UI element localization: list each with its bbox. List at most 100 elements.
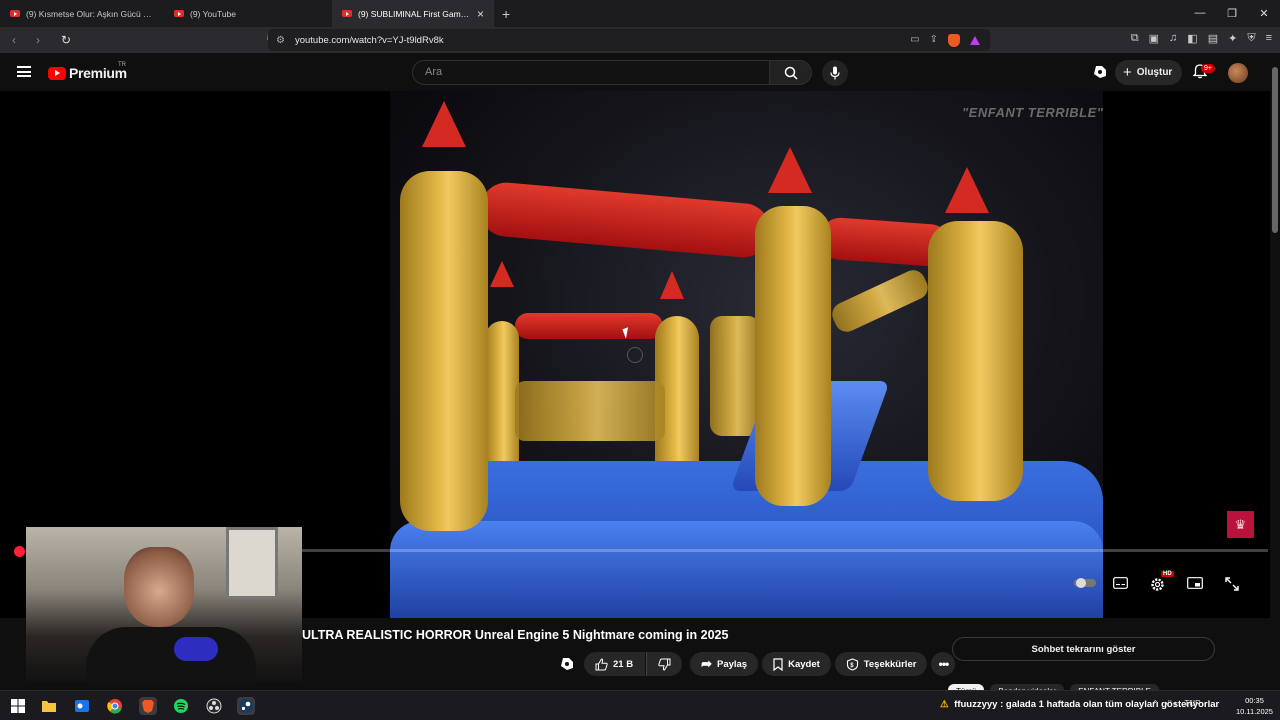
browser-tab[interactable]: (9) Kısmetse Olur: Aşkın Gücü 3. Sezo xyxy=(0,0,164,27)
leo-ai-icon[interactable]: ✦ xyxy=(1228,32,1237,45)
page-scrollbar[interactable] xyxy=(1270,53,1280,690)
tab-title: (9) YouTube xyxy=(190,8,236,19)
minimize-icon[interactable]: — xyxy=(1184,7,1216,20)
share-arrow-icon: ➦ xyxy=(701,656,712,671)
autoplay-toggle-icon xyxy=(1074,578,1096,588)
back-icon[interactable]: ‹ xyxy=(4,33,24,47)
plus-icon: + xyxy=(1123,64,1132,81)
tab-title: (9) Kısmetse Olur: Aşkın Gücü 3. Sezo xyxy=(26,8,154,19)
microphone-icon xyxy=(830,66,840,80)
youtube-play-icon xyxy=(48,66,66,80)
search-input[interactable]: Ara xyxy=(412,60,770,85)
window-controls: — ❐ ✕ xyxy=(1184,7,1280,20)
windows-start-icon[interactable] xyxy=(9,697,27,715)
spotify-icon[interactable] xyxy=(172,697,190,715)
new-tab-button[interactable]: + xyxy=(494,6,518,22)
browser-tab[interactable]: (9) YouTube xyxy=(164,0,328,27)
video-progress-bar[interactable] xyxy=(302,549,1268,552)
streamer-webcam-overlay xyxy=(26,527,302,683)
clip-puzzle-icon[interactable] xyxy=(560,657,574,671)
restore-icon[interactable]: ❐ xyxy=(1216,7,1248,20)
search-button[interactable] xyxy=(770,60,812,85)
svg-text:$: $ xyxy=(850,663,854,669)
like-count: 21 B xyxy=(613,658,634,670)
tab-title: (9) SUBLIMINAL First Gameplay | xyxy=(358,8,471,19)
channel-watermark: "ENFANT TERRIBLE" xyxy=(962,105,1104,120)
chrome-icon[interactable] xyxy=(106,697,124,715)
browser-tab-strip: (9) Kısmetse Olur: Aşkın Gücü 3. Sezo (9… xyxy=(0,0,1280,27)
brave-shields-icon[interactable] xyxy=(948,33,960,47)
taskbar-clock[interactable]: 00:35 10.11.2025 xyxy=(1236,695,1273,717)
obs-icon[interactable] xyxy=(205,697,223,715)
site-settings-icon[interactable]: ⚙︎ xyxy=(276,35,285,46)
browser-tab-active[interactable]: (9) SUBLIMINAL First Gameplay | × xyxy=(332,0,494,27)
tray-chevron-icon[interactable]: ⌃ xyxy=(1152,699,1159,709)
account-avatar[interactable] xyxy=(1228,63,1248,83)
cast-puzzle-icon[interactable] xyxy=(1093,65,1107,79)
bookmark-save-icon xyxy=(773,657,783,671)
create-label: Oluştur xyxy=(1136,67,1173,78)
video-frame-bouncy-castle xyxy=(390,91,1103,618)
share-label: Paylaş xyxy=(716,658,748,670)
save-label: Kaydet xyxy=(788,658,820,670)
youtube-favicon-icon xyxy=(342,10,352,17)
notification-count-badge: 9+ xyxy=(1201,64,1215,73)
miniplayer-icon[interactable] xyxy=(1187,577,1203,592)
region-code: TR xyxy=(118,62,126,68)
warning-icon: ⚠︎ xyxy=(940,699,949,710)
windows-taskbar: ⚠︎ ffuuzzyyy : galada 1 haftada olan tüm… xyxy=(0,690,1280,720)
language-indicator[interactable]: TUR xyxy=(1184,699,1200,709)
outlook-icon[interactable] xyxy=(73,697,91,715)
url-actions: ▭ ⇪ xyxy=(910,33,990,47)
wallet-icon[interactable]: ▤ xyxy=(1208,32,1218,45)
music-icon[interactable]: ♫ xyxy=(1169,32,1177,45)
youtube-favicon-icon xyxy=(174,10,184,17)
scrollbar-thumb[interactable] xyxy=(1272,67,1278,233)
hamburger-menu-icon[interactable] xyxy=(17,66,31,77)
hd-badge: HD xyxy=(1161,571,1174,577)
share-icon[interactable]: ⇪ xyxy=(930,34,938,47)
vpn-icon[interactable]: ⛨ xyxy=(1247,32,1255,45)
reload-icon[interactable]: ↻ xyxy=(56,33,76,47)
dislike-button[interactable] xyxy=(646,652,683,676)
extension-icons: ⧉ ▣ ♫ ◧ ▤ ✦ ⛨ ≡ xyxy=(1131,32,1272,45)
voice-search-button[interactable] xyxy=(822,60,848,86)
thumbs-up-icon xyxy=(595,657,608,670)
file-explorer-icon[interactable] xyxy=(40,697,58,715)
show-chat-replay-button[interactable]: Sohbet tekrarını göster xyxy=(952,637,1215,661)
create-button[interactable]: + Oluştur xyxy=(1115,60,1183,85)
more-actions-button[interactable]: ••• xyxy=(931,652,956,676)
extensions-icon[interactable]: ⧉ xyxy=(1131,32,1139,45)
brave-rewards-icon[interactable] xyxy=(970,35,980,45)
youtube-header: Premium TR Ara + Oluştur xyxy=(0,53,1280,91)
screenshot-icon[interactable]: ▣ xyxy=(1149,32,1159,45)
url-text: youtube.com/watch?v=YJ-t9ldRv8k xyxy=(294,34,444,46)
video-actions-bar: 21 B ➦ Paylaş Kaydet $ Teşekkürler ••• xyxy=(560,652,956,676)
recording-indicator xyxy=(14,546,25,557)
steam-icon[interactable] xyxy=(237,697,255,715)
sidebar-icon[interactable]: ◧ xyxy=(1187,32,1197,45)
volume-icon[interactable]: 🔈︎ xyxy=(1174,699,1179,709)
like-button[interactable]: 21 B xyxy=(584,652,646,676)
subtitles-icon[interactable] xyxy=(1113,577,1128,592)
forward-icon[interactable]: › xyxy=(28,33,48,47)
network-icon[interactable]: ▪ xyxy=(1165,699,1168,709)
brave-taskbar-icon[interactable] xyxy=(139,697,157,715)
fullscreen-icon[interactable] xyxy=(1225,577,1239,594)
save-button[interactable]: Kaydet xyxy=(762,652,831,676)
url-field[interactable]: ⚙︎ youtube.com/watch?v=YJ-t9ldRv8k ▭ ⇪ xyxy=(268,29,990,51)
autoplay-toggle[interactable] xyxy=(1074,577,1096,591)
youtube-logo[interactable]: Premium TR xyxy=(48,62,127,81)
super-thanks-icon: $ xyxy=(846,657,858,671)
clock-time: 00:35 xyxy=(1245,696,1264,705)
system-tray: ⌃ ▪ 🔈︎ TUR xyxy=(1152,699,1201,709)
thanks-button[interactable]: $ Teşekkürler xyxy=(834,652,928,676)
close-window-icon[interactable]: ✕ xyxy=(1248,7,1280,20)
share-button[interactable]: ➦ Paylaş xyxy=(690,652,759,676)
close-tab-icon[interactable]: × xyxy=(477,7,484,21)
channel-branding-crown-icon[interactable]: ♛ xyxy=(1227,511,1254,538)
youtube-favicon-icon xyxy=(10,10,20,17)
cast-icon[interactable]: ▭ xyxy=(910,34,919,47)
menu-icon[interactable]: ≡ xyxy=(1266,32,1272,45)
settings-gear-icon[interactable] xyxy=(1150,577,1165,595)
